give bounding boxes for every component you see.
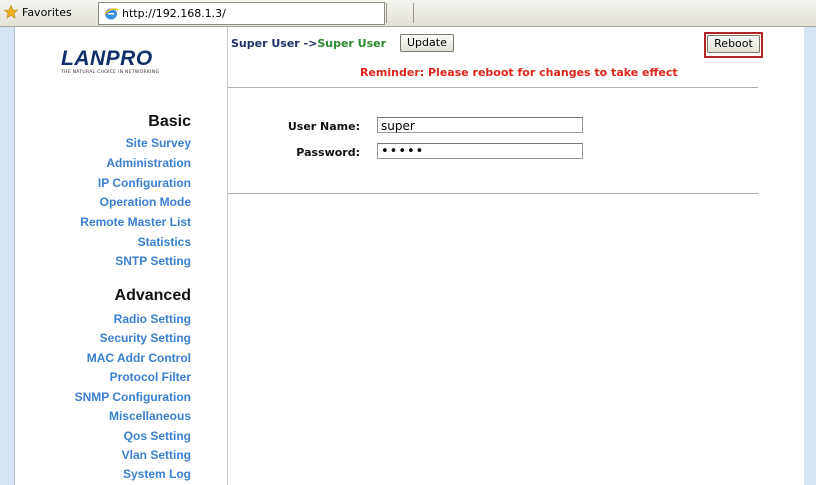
advanced-heading: Advanced [114, 287, 191, 304]
ie-page-icon [104, 7, 119, 19]
right-frame-edge [804, 27, 816, 485]
username-label: User Name: [287, 120, 360, 133]
lanpro-logo: LANPRO THE NATURAL CHOICE IN NETWORKING [61, 47, 191, 75]
breadcrumb-current: Super User [317, 37, 387, 50]
sidebar: LANPRO THE NATURAL CHOICE IN NETWORKING … [15, 27, 228, 485]
nav-administration[interactable]: Administration [106, 156, 191, 170]
reboot-button[interactable]: Reboot [707, 35, 760, 53]
star-icon [4, 5, 18, 19]
reboot-reminder: Reminder: Please reboot for changes to t… [360, 66, 678, 79]
breadcrumb: Super User ->Super User [231, 37, 386, 50]
nav-protocol-filter[interactable]: Protocol Filter [110, 370, 191, 384]
logo-tagline: THE NATURAL CHOICE IN NETWORKING [61, 70, 160, 75]
content-area: Super User ->Super User Update Reboot Re… [228, 27, 805, 485]
browser-toolbar: Favorites http://192.168.1.3/ [0, 0, 816, 27]
logo-name: LANPRO [61, 47, 153, 70]
nav-miscellaneous[interactable]: Miscellaneous [109, 409, 191, 423]
nav-system-log[interactable]: System Log [123, 467, 191, 481]
nav-remote-master-list[interactable]: Remote Master List [80, 215, 191, 229]
bottom-divider [228, 193, 758, 194]
window-frame: Favorites http://192.168.1.3/ LANPRO THE… [0, 0, 816, 485]
address-tab[interactable]: http://192.168.1.3/ [98, 2, 385, 25]
basic-heading: Basic [148, 113, 191, 130]
reboot-highlight: Reboot [704, 32, 763, 58]
router-page: LANPRO THE NATURAL CHOICE IN NETWORKING … [14, 27, 806, 485]
nav-snmp-configuration[interactable]: SNMP Configuration [75, 390, 191, 404]
password-label: Password: [296, 146, 360, 159]
nav-qos-setting[interactable]: Qos Setting [124, 429, 191, 443]
nav-mac-addr-control[interactable]: MAC Addr Control [87, 351, 191, 365]
nav-statistics[interactable]: Statistics [138, 235, 191, 249]
nav-sntp-setting[interactable]: SNTP Setting [115, 254, 191, 268]
address-text: http://192.168.1.3/ [122, 7, 226, 20]
username-input[interactable]: super [377, 117, 583, 133]
nav-radio-setting[interactable]: Radio Setting [114, 312, 191, 326]
nav-site-survey[interactable]: Site Survey [126, 136, 191, 150]
update-button[interactable]: Update [400, 34, 454, 52]
favorites-label: Favorites [22, 5, 72, 19]
tab-separator [413, 3, 414, 23]
top-divider [228, 87, 758, 88]
nav-operation-mode[interactable]: Operation Mode [100, 195, 191, 209]
password-input[interactable]: ••••• [377, 143, 583, 159]
nav-ip-configuration[interactable]: IP Configuration [98, 176, 191, 190]
nav-vlan-setting[interactable]: Vlan Setting [122, 448, 191, 462]
breadcrumb-prefix: Super User -> [231, 37, 318, 50]
tab-separator [386, 3, 387, 23]
favorites-button[interactable]: Favorites [4, 3, 72, 21]
nav-security-setting[interactable]: Security Setting [100, 331, 191, 345]
